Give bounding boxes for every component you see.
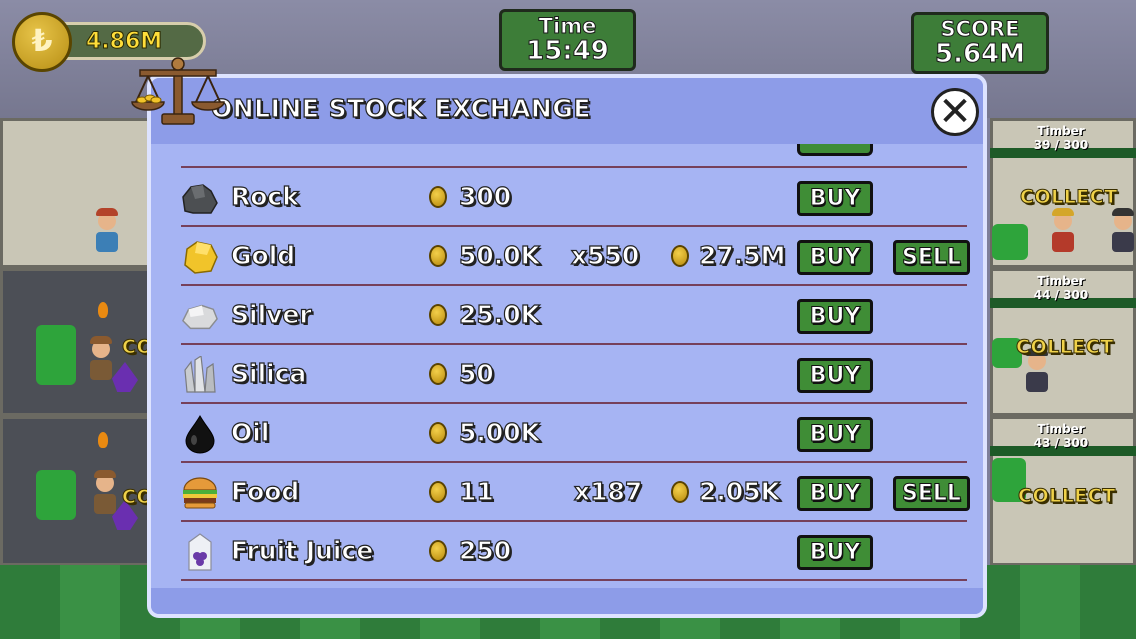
torch	[98, 432, 108, 448]
coin-icon	[429, 481, 447, 503]
bush	[36, 325, 76, 385]
oil-drop-icon	[181, 415, 219, 454]
money-value: 4.86M	[85, 29, 163, 55]
torch	[98, 302, 108, 318]
bush	[36, 470, 76, 520]
burger-icon	[181, 474, 219, 512]
time-value: 15:49	[526, 36, 610, 66]
stock-row-silica: Silica 50 BUY	[181, 345, 967, 404]
tree	[992, 224, 1028, 260]
score-value: 5.64M	[934, 39, 1026, 69]
item-name: Gold	[230, 240, 296, 270]
item-price: 5.00K	[458, 417, 541, 447]
partial-buy-button[interactable]	[797, 144, 873, 156]
worker	[90, 336, 112, 380]
buy-button[interactable]: BUY	[797, 476, 873, 511]
worker	[1026, 348, 1048, 392]
timber-name: Timber	[1037, 274, 1085, 288]
silver-ore-icon	[181, 297, 219, 335]
stock-exchange-modal: ONLINE STOCK EXCHANGE ✕ Rock 300 BUY Gol…	[147, 74, 987, 618]
item-price: 25.0K	[458, 299, 541, 329]
close-x-icon[interactable]: ✕	[931, 88, 979, 136]
partial-row	[181, 144, 967, 168]
item-quantity: x550	[570, 240, 640, 270]
stock-row-silver: Silver 25.0K BUY	[181, 286, 967, 345]
time-panel: Time 15:49	[499, 9, 636, 71]
item-price: 250	[458, 535, 512, 565]
silica-crystal-icon	[181, 356, 219, 394]
worker	[1112, 208, 1134, 252]
buy-button[interactable]: BUY	[797, 417, 873, 452]
worker	[96, 208, 118, 252]
modal-footer	[151, 588, 983, 614]
stock-row-food: Food 11 x187 2.05K BUY SELL	[181, 463, 970, 522]
item-name: Fruit Juice	[230, 535, 374, 565]
stock-row-gold: Gold 50.0K x550 27.5M BUY SELL	[181, 227, 970, 286]
rock-icon	[181, 179, 219, 217]
buy-button[interactable]: BUY	[797, 535, 873, 570]
timber-count: 44 / 300	[1033, 288, 1089, 302]
item-price: 300	[458, 181, 512, 211]
coin-icon	[429, 363, 447, 385]
coin-icon	[429, 304, 447, 326]
balance-scale-icon	[131, 57, 225, 125]
coin-icon	[429, 186, 447, 208]
time-label: Time	[538, 14, 597, 38]
sell-button[interactable]: SELL	[893, 240, 970, 275]
worker	[94, 470, 116, 514]
item-quantity: x187	[573, 476, 643, 506]
collect-button-3[interactable]: COLLECT	[1018, 485, 1116, 508]
item-price: 50	[458, 358, 494, 388]
collect-button-2[interactable]: COLLECT	[1016, 336, 1114, 359]
modal-title: ONLINE STOCK EXCHANGE	[210, 93, 591, 123]
timber-label-3: Timber 43 / 300	[1016, 422, 1106, 450]
item-name: Oil	[230, 417, 270, 447]
item-price: 50.0K	[458, 240, 541, 270]
coin-icon	[429, 540, 447, 562]
coin-icon	[671, 481, 689, 503]
item-name: Food	[230, 476, 300, 506]
stock-row-oil: Oil 5.00K BUY	[181, 404, 967, 463]
buy-button[interactable]: BUY	[797, 181, 873, 216]
coin-icon	[429, 245, 447, 267]
timber-count: 39 / 300	[1033, 138, 1089, 152]
item-name: Rock	[230, 181, 299, 211]
coin-icon	[671, 245, 689, 267]
stock-list[interactable]: Rock 300 BUY Gold 50.0K x550 27.5M BUY S…	[151, 144, 983, 592]
gold-nugget-icon	[181, 238, 219, 276]
score-panel: SCORE 5.64M	[911, 12, 1049, 74]
timber-label-2: Timber 44 / 300	[1016, 274, 1106, 302]
item-holding-value: 27.5M	[698, 240, 786, 270]
juice-carton-icon	[181, 533, 219, 571]
collect-button-1[interactable]: COLLECT	[1020, 186, 1118, 209]
buy-button[interactable]: BUY	[797, 240, 873, 275]
item-name: Silica	[230, 358, 307, 388]
stock-row-rock: Rock 300 BUY	[181, 168, 967, 227]
item-name: Silver	[230, 299, 312, 329]
coin-icon	[429, 422, 447, 444]
item-price: 11	[458, 476, 494, 506]
timber-label-1: Timber 39 / 300	[1016, 124, 1106, 152]
score-label: SCORE	[940, 17, 1020, 41]
timber-name: Timber	[1037, 422, 1085, 436]
timber-name: Timber	[1037, 124, 1085, 138]
currency-coin-icon: ₺	[12, 12, 72, 72]
item-holding-value: 2.05K	[698, 476, 781, 506]
buy-button[interactable]: BUY	[797, 299, 873, 334]
left-building-room-1	[0, 118, 150, 268]
timber-count: 43 / 300	[1033, 436, 1089, 450]
worker	[1052, 208, 1074, 252]
stock-row-fruit-juice: Fruit Juice 250 BUY	[181, 522, 967, 581]
buy-button[interactable]: BUY	[797, 358, 873, 393]
sell-button[interactable]: SELL	[893, 476, 970, 511]
